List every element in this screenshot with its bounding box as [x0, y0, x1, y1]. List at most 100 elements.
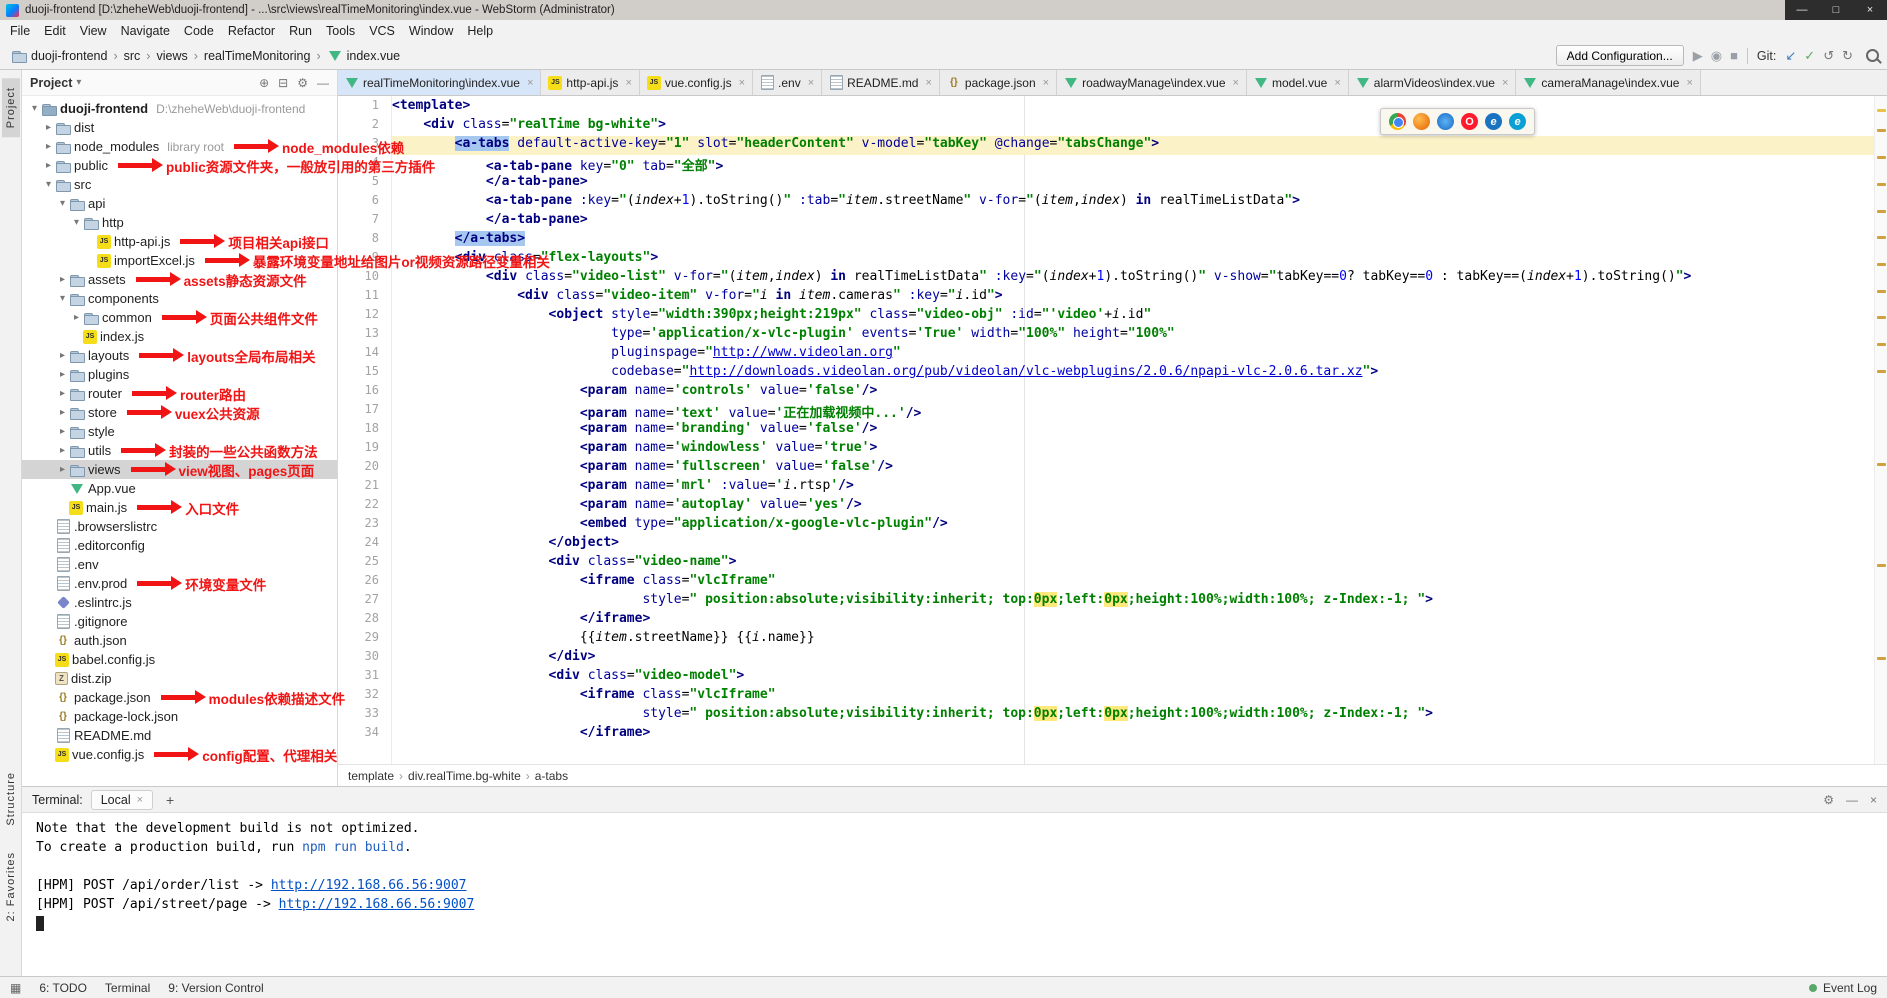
- tab-readme-md[interactable]: README.md×: [822, 70, 940, 95]
- code-line[interactable]: </a-tab-pane>: [392, 212, 1887, 231]
- tree-item-router[interactable]: ▸routerrouter路由: [22, 384, 337, 403]
- gutter-line-number[interactable]: 23: [338, 516, 391, 535]
- terminal-output[interactable]: Note that the development build is not o…: [22, 813, 1887, 976]
- tree-item-env[interactable]: .env: [22, 555, 337, 574]
- code-line[interactable]: <param name='autoplay' value='yes'/>: [392, 497, 1887, 516]
- close-icon[interactable]: ×: [625, 77, 631, 89]
- code-line[interactable]: <param name='windowless' value='true'>: [392, 440, 1887, 459]
- tree-item-http[interactable]: ▾http: [22, 213, 337, 232]
- toolstrip-structure[interactable]: Structure: [2, 763, 20, 835]
- stripe-mark[interactable]: [1877, 564, 1886, 567]
- editor-breadcrumb-item-div-realtime-bg-white[interactable]: div.realTime.bg-white: [408, 769, 521, 783]
- chevron-collapsed-icon[interactable]: ▸: [56, 407, 69, 418]
- close-icon[interactable]: ×: [739, 77, 745, 89]
- tab-http-api-js[interactable]: JShttp-api.js×: [541, 70, 639, 95]
- tree-item-views[interactable]: ▸viewsview视图、pages页面: [22, 460, 337, 479]
- tree-item-package-lock-json[interactable]: {}package-lock.json: [22, 707, 337, 726]
- tree-item-index-js[interactable]: JSindex.js: [22, 327, 337, 346]
- maximize-button[interactable]: □: [1819, 0, 1853, 20]
- gutter-line-number[interactable]: 33: [338, 706, 391, 725]
- menu-run[interactable]: Run: [282, 22, 319, 40]
- gutter-line-number[interactable]: 13: [338, 326, 391, 345]
- code-lines[interactable]: <template> <div class="realTime bg-white…: [392, 96, 1887, 764]
- code-line[interactable]: </iframe>: [392, 611, 1887, 630]
- code-line[interactable]: <param name='fullscreen' value='false'/>: [392, 459, 1887, 478]
- hide-icon[interactable]: —: [1846, 793, 1858, 807]
- gutter-line-number[interactable]: 8: [338, 231, 391, 250]
- tree-item-public[interactable]: ▸publicpublic资源文件夹，一般放引用的第三方插件: [22, 156, 337, 175]
- tree-item-main-js[interactable]: JSmain.js入口文件: [22, 498, 337, 517]
- gutter-line-number[interactable]: 22: [338, 497, 391, 516]
- safari-browser-icon[interactable]: [1437, 113, 1454, 130]
- gutter-line-number[interactable]: 19: [338, 440, 391, 459]
- gutter-line-number[interactable]: 25: [338, 554, 391, 573]
- breadcrumb-item-index-vue[interactable]: index.vue: [324, 47, 404, 65]
- stripe-mark[interactable]: [1877, 129, 1886, 132]
- run-icon[interactable]: ▶: [1693, 49, 1703, 62]
- code-link[interactable]: http://downloads.videolan.org/pub/videol…: [689, 364, 1362, 379]
- gutter-line-number[interactable]: 26: [338, 573, 391, 592]
- tree-item-browserslistrc[interactable]: .browserslistrc: [22, 517, 337, 536]
- gutter-line-number[interactable]: 6: [338, 193, 391, 212]
- toolwindow-switcher-icon[interactable]: ▦: [10, 981, 21, 995]
- stripe-mark[interactable]: [1877, 290, 1886, 293]
- code-line[interactable]: </div>: [392, 649, 1887, 668]
- gutter-line-number[interactable]: 2: [338, 117, 391, 136]
- menu-help[interactable]: Help: [460, 22, 500, 40]
- search-icon[interactable]: [1866, 49, 1879, 62]
- tree-item-importexcel-js[interactable]: JSimportExcel.js暴露环境变量地址给图片or视频资源路径变量相关: [22, 251, 337, 270]
- tree-item-dist-zip[interactable]: Zdist.zip: [22, 669, 337, 688]
- tree-item-src[interactable]: ▾src: [22, 175, 337, 194]
- ie-browser-icon[interactable]: e: [1485, 113, 1502, 130]
- code-line[interactable]: <param name='mrl' :value='i.rtsp'/>: [392, 478, 1887, 497]
- chevron-collapsed-icon[interactable]: ▸: [56, 445, 69, 456]
- tab-cameramanage-index-vue[interactable]: cameraManage\index.vue×: [1516, 70, 1701, 95]
- stripe-mark[interactable]: [1877, 236, 1886, 239]
- close-icon[interactable]: ×: [925, 77, 931, 89]
- tree-item-vue-config-js[interactable]: JSvue.config.jsconfig配置、代理相关: [22, 745, 337, 764]
- tab-env[interactable]: .env×: [753, 70, 822, 95]
- tab-package-json[interactable]: {}package.json×: [940, 70, 1057, 95]
- stripe-mark[interactable]: [1877, 156, 1886, 159]
- tree-item-api[interactable]: ▾api: [22, 194, 337, 213]
- gutter-line-number[interactable]: 16: [338, 383, 391, 402]
- chevron-collapsed-icon[interactable]: ▸: [56, 369, 69, 380]
- chevron-collapsed-icon[interactable]: ▸: [56, 350, 69, 361]
- error-stripe[interactable]: [1874, 96, 1887, 764]
- editor-breadcrumb-item-a-tabs[interactable]: a-tabs: [535, 769, 568, 783]
- code-line[interactable]: {{item.streetName}} {{i.name}}: [392, 630, 1887, 649]
- history-icon[interactable]: ↻: [1842, 49, 1853, 62]
- gutter-line-number[interactable]: 15: [338, 364, 391, 383]
- code-line[interactable]: style=" position:absolute;visibility:inh…: [392, 592, 1887, 611]
- code-line[interactable]: <a-tab-pane :key="(index+1).toString()" …: [392, 193, 1887, 212]
- gutter-line-number[interactable]: 17: [338, 402, 391, 421]
- terminal-tab-local[interactable]: Local ×: [91, 790, 153, 810]
- stripe-mark[interactable]: [1877, 657, 1886, 660]
- gutter-line-number[interactable]: 18: [338, 421, 391, 440]
- tree-item-node-modules[interactable]: ▸node_moduleslibrary rootnode_modules依赖: [22, 137, 337, 156]
- code-line[interactable]: <embed type="application/x-google-vlc-pl…: [392, 516, 1887, 535]
- status-terminal[interactable]: Terminal: [105, 981, 150, 995]
- tree-item-store[interactable]: ▸storevuex公共资源: [22, 403, 337, 422]
- tree-item-http-api-js[interactable]: JShttp-api.js项目相关api接口: [22, 232, 337, 251]
- status-6-todo[interactable]: 6: TODO: [39, 981, 87, 995]
- menu-code[interactable]: Code: [177, 22, 221, 40]
- terminal-link[interactable]: http://192.168.66.56:9007: [271, 878, 467, 893]
- tree-item-common[interactable]: ▸common页面公共组件文件: [22, 308, 337, 327]
- stripe-mark[interactable]: [1877, 370, 1886, 373]
- chevron-expanded-icon[interactable]: ▾: [42, 179, 55, 190]
- tree-item-app-vue[interactable]: App.vue: [22, 479, 337, 498]
- tree-item-editorconfig[interactable]: .editorconfig: [22, 536, 337, 555]
- code-line[interactable]: <iframe class="vlcIframe": [392, 573, 1887, 592]
- close-icon[interactable]: ×: [137, 794, 143, 806]
- gutter-line-number[interactable]: 34: [338, 725, 391, 744]
- gutter-line-number[interactable]: 20: [338, 459, 391, 478]
- gutter-line-number[interactable]: 14: [338, 345, 391, 364]
- gutter-line-number[interactable]: 32: [338, 687, 391, 706]
- edge-browser-icon[interactable]: e: [1509, 113, 1526, 130]
- tree-item-dist[interactable]: ▸dist: [22, 118, 337, 137]
- menu-tools[interactable]: Tools: [319, 22, 362, 40]
- code-line[interactable]: <object style="width:390px;height:219px"…: [392, 307, 1887, 326]
- settings-icon[interactable]: ⚙: [297, 76, 308, 90]
- terminal-link[interactable]: http://192.168.66.56:9007: [279, 897, 475, 912]
